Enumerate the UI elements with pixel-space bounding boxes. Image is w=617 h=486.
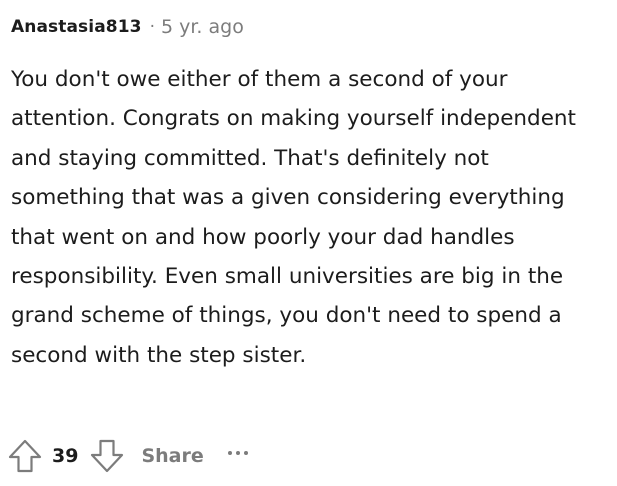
more-dot [243, 451, 248, 455]
comment-body: You don't owe either of them a second of… [11, 67, 576, 368]
upvote-arrow-icon[interactable] [7, 436, 43, 476]
more-dot [227, 451, 232, 455]
vote-score: 39 [52, 445, 79, 467]
author-username[interactable]: Anastasia813 [11, 17, 142, 37]
share-button[interactable]: Share [141, 445, 203, 467]
more-options-icon[interactable] [227, 443, 248, 463]
comment-meta: Anastasia813 · 5 yr. ago [11, 14, 244, 40]
more-dot [235, 451, 240, 455]
comment-timestamp[interactable]: 5 yr. ago [161, 16, 244, 38]
downvote-arrow-icon[interactable] [89, 436, 125, 476]
comment-actions: 39 Share [7, 434, 248, 478]
meta-separator: · [149, 17, 155, 37]
